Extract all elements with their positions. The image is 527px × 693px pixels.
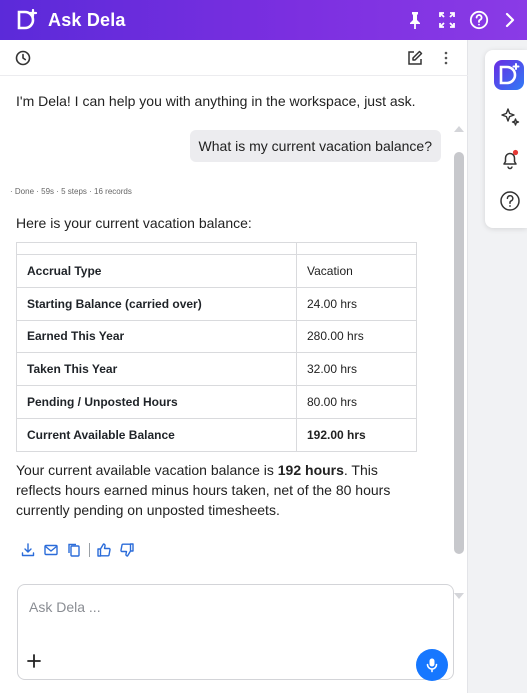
- table-header-row: Accrual Type Vacation: [16, 254, 417, 288]
- chat-panel: I'm Dela! I can help you with anything i…: [0, 40, 468, 693]
- email-icon[interactable]: [43, 542, 59, 558]
- accrual-type-cell: Taken This Year: [16, 352, 297, 387]
- help-icon[interactable]: [499, 190, 521, 212]
- table-row: Pending / Unposted Hours 80.00 hrs: [16, 385, 417, 419]
- dela-logo-glyph: [499, 63, 520, 85]
- expand-icon[interactable]: [437, 10, 457, 30]
- vacation-value-cell: 192.00 hrs: [296, 417, 417, 452]
- notification-bell-icon[interactable]: [499, 148, 521, 170]
- side-rail: [485, 50, 527, 228]
- download-icon[interactable]: [20, 542, 36, 558]
- history-icon[interactable]: [14, 49, 32, 67]
- message-composer: [17, 584, 454, 681]
- accrual-type-cell: Pending / Unposted Hours: [16, 385, 297, 419]
- help-icon[interactable]: [469, 10, 489, 30]
- action-divider: [89, 543, 90, 557]
- accrual-type-cell: Current Available Balance: [16, 417, 297, 452]
- vacation-balance-table: Accrual Type Vacation Starting Balance (…: [16, 242, 417, 452]
- thumbs-up-icon[interactable]: [96, 542, 112, 558]
- assistant-intro: Here is your current vacation balance:: [16, 215, 252, 231]
- response-actions: [20, 542, 142, 558]
- copy-icon[interactable]: [66, 542, 82, 558]
- dela-logo-icon[interactable]: [494, 60, 524, 90]
- chat-toolbar: [0, 40, 468, 76]
- vacation-value-cell: 32.00 hrs: [296, 352, 417, 387]
- microphone-icon: [426, 658, 438, 673]
- sparkle-icon[interactable]: [499, 106, 521, 128]
- chat-input[interactable]: [29, 597, 409, 617]
- summary-text: Your current available vacation balance …: [16, 462, 278, 478]
- add-attachment-icon[interactable]: [26, 653, 42, 669]
- pin-icon[interactable]: [405, 10, 425, 30]
- chevron-right-icon[interactable]: [500, 10, 520, 30]
- thumbs-down-icon[interactable]: [119, 542, 135, 558]
- vacation-value-cell: 80.00 hrs: [296, 385, 417, 419]
- assistant-summary: Your current available vacation balance …: [16, 460, 426, 520]
- assistant-greeting: I'm Dela! I can help you with anything i…: [16, 93, 416, 109]
- table-header-cell: Accrual Type: [16, 254, 297, 288]
- table-row: Taken This Year 32.00 hrs: [16, 352, 417, 387]
- scroll-up-arrow[interactable]: [453, 124, 465, 134]
- dela-logo-icon: [17, 9, 38, 30]
- app-title: Ask Dela: [48, 10, 126, 30]
- table-row: Starting Balance (carried over) 24.00 hr…: [16, 286, 417, 321]
- accrual-type-cell: Starting Balance (carried over): [16, 286, 297, 321]
- user-message: What is my current vacation balance?: [189, 130, 441, 162]
- new-chat-icon[interactable]: [406, 49, 424, 67]
- table-row: Current Available Balance 192.00 hrs: [16, 417, 417, 452]
- scrollbar-thumb[interactable]: [454, 152, 464, 554]
- table-header-cell: Vacation: [296, 254, 417, 288]
- vacation-value-cell: 24.00 hrs: [296, 286, 417, 321]
- app-header: Ask Dela: [0, 0, 527, 40]
- summary-highlight: 192 hours: [277, 462, 344, 478]
- response-meta[interactable]: · Done · 59s · 5 steps · 16 records: [10, 187, 132, 196]
- more-icon[interactable]: [437, 49, 455, 67]
- chat-messages: I'm Dela! I can help you with anything i…: [0, 77, 468, 602]
- table-row: Earned This Year 280.00 hrs: [16, 319, 417, 354]
- table-spacer-row: [16, 242, 417, 255]
- accrual-type-cell: Earned This Year: [16, 319, 297, 354]
- vacation-value-cell: 280.00 hrs: [296, 319, 417, 354]
- scroll-down-arrow[interactable]: [453, 591, 465, 601]
- voice-input-button[interactable]: [416, 649, 448, 681]
